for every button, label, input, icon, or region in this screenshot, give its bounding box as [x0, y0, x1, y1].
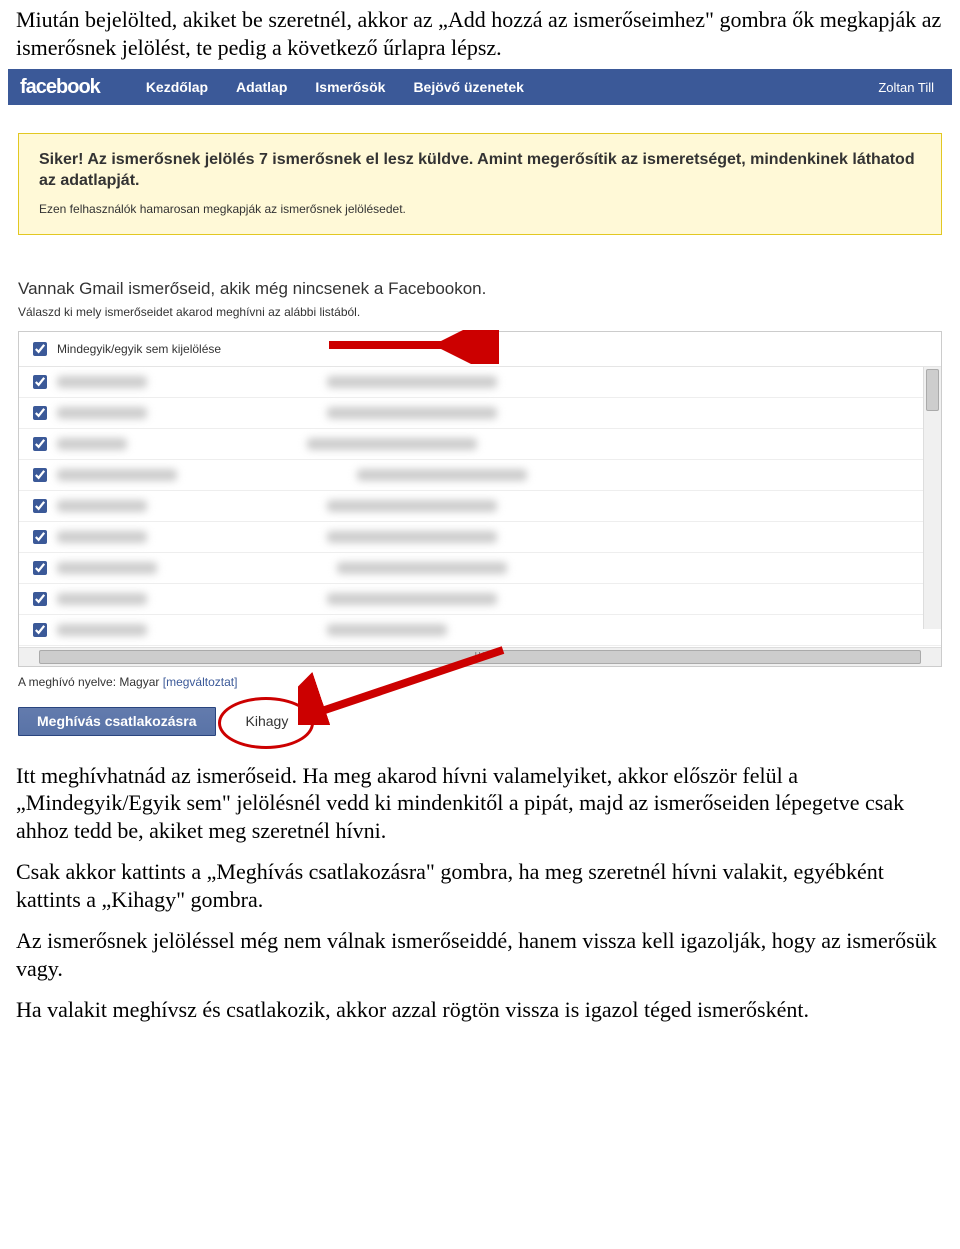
- invite-button[interactable]: Meghívás csatlakozásra: [18, 707, 216, 736]
- contact-name-blurred: [57, 407, 147, 419]
- doc-paragraph-2: Itt meghívhatnád az ismerőseid. Ha meg a…: [0, 748, 960, 853]
- skip-button[interactable]: Kihagy: [232, 708, 303, 735]
- invite-language-line: A meghívó nyelve: Magyar [megváltoztat]: [18, 675, 942, 689]
- vertical-scrollbar[interactable]: [923, 367, 941, 629]
- contact-checkbox[interactable]: [33, 561, 47, 575]
- contact-email-blurred: [357, 469, 527, 481]
- contact-checkbox[interactable]: [33, 437, 47, 451]
- doc-paragraph-5: Ha valakit meghívsz és csatlakozik, akko…: [0, 990, 960, 1032]
- contact-checkbox[interactable]: [33, 530, 47, 544]
- facebook-logo[interactable]: facebook: [20, 76, 100, 99]
- contact-name-blurred: [57, 376, 147, 388]
- select-all-checkbox[interactable]: [33, 342, 47, 356]
- contact-row[interactable]: [19, 398, 941, 429]
- contact-email-blurred: [327, 624, 447, 636]
- nav-profile[interactable]: Adatlap: [236, 79, 287, 95]
- contact-row[interactable]: [19, 429, 941, 460]
- contact-checkbox[interactable]: [33, 623, 47, 637]
- contact-list-body: [19, 367, 941, 647]
- contact-name-blurred: [57, 469, 177, 481]
- doc-paragraph-4: Az ismerősnek jelöléssel még nem válnak …: [0, 921, 960, 990]
- contact-list: Mindegyik/egyik sem kijelölése III: [18, 331, 942, 667]
- contact-checkbox[interactable]: [33, 499, 47, 513]
- change-language-link[interactable]: [megváltoztat]: [163, 675, 238, 689]
- username-link[interactable]: Zoltan Till: [878, 80, 934, 95]
- contact-email-blurred: [327, 376, 497, 388]
- contact-email-blurred: [327, 593, 497, 605]
- section-subheading: Válaszd ki mely ismerőseidet akarod megh…: [18, 305, 942, 319]
- contact-row[interactable]: [19, 522, 941, 553]
- doc-paragraph-1: Miután bejelölted, akiket be szeretnél, …: [0, 0, 960, 69]
- contact-row[interactable]: [19, 367, 941, 398]
- contact-name-blurred: [57, 438, 127, 450]
- contact-name-blurred: [57, 500, 147, 512]
- contact-email-blurred: [327, 500, 497, 512]
- contact-name-blurred: [57, 624, 147, 636]
- doc-paragraph-3: Csak akkor kattints a „Meghívás csatlako…: [0, 852, 960, 921]
- nav-friends[interactable]: Ismerősök: [315, 79, 385, 95]
- nav-inbox[interactable]: Bejövő üzenetek: [413, 79, 523, 95]
- facebook-ui-screenshot: facebook Kezdőlap Adatlap Ismerősök Bejö…: [0, 69, 960, 736]
- contact-checkbox[interactable]: [33, 406, 47, 420]
- invite-language-text: A meghívó nyelve: Magyar: [18, 675, 163, 689]
- horizontal-scrollbar[interactable]: III: [19, 647, 941, 666]
- contact-name-blurred: [57, 593, 147, 605]
- contact-email-blurred: [307, 438, 477, 450]
- vertical-scrollbar-thumb[interactable]: [926, 369, 939, 411]
- contact-row[interactable]: [19, 460, 941, 491]
- contact-row[interactable]: [19, 584, 941, 615]
- success-subtext: Ezen felhasználók hamarosan megkapják az…: [39, 202, 921, 216]
- contact-row[interactable]: [19, 553, 941, 584]
- contact-checkbox[interactable]: [33, 468, 47, 482]
- contact-row[interactable]: [19, 615, 941, 646]
- contact-email-blurred: [337, 562, 507, 574]
- success-title: Siker! Az ismerősnek jelölés 7 ismerősne…: [39, 150, 921, 192]
- contact-checkbox[interactable]: [33, 592, 47, 606]
- contact-name-blurred: [57, 562, 157, 574]
- button-row: Meghívás csatlakozásra Kihagy: [18, 707, 942, 736]
- annotation-arrow-top: [309, 330, 499, 364]
- contact-checkbox[interactable]: [33, 375, 47, 389]
- contact-name-blurred: [57, 531, 147, 543]
- nav-links: Kezdőlap Adatlap Ismerősök Bejövő üzenet…: [146, 79, 524, 95]
- section-heading: Vannak Gmail ismerőseid, akik még nincse…: [18, 279, 942, 299]
- topbar: facebook Kezdőlap Adatlap Ismerősök Bejö…: [8, 69, 952, 105]
- hscroll-grip-icon: III: [474, 651, 485, 662]
- contact-row[interactable]: [19, 491, 941, 522]
- success-banner: Siker! Az ismerősnek jelölés 7 ismerősne…: [18, 133, 942, 235]
- nav-home[interactable]: Kezdőlap: [146, 79, 208, 95]
- contact-email-blurred: [327, 407, 497, 419]
- select-all-label: Mindegyik/egyik sem kijelölése: [57, 342, 221, 356]
- select-all-row[interactable]: Mindegyik/egyik sem kijelölése: [19, 332, 941, 367]
- contact-email-blurred: [327, 531, 497, 543]
